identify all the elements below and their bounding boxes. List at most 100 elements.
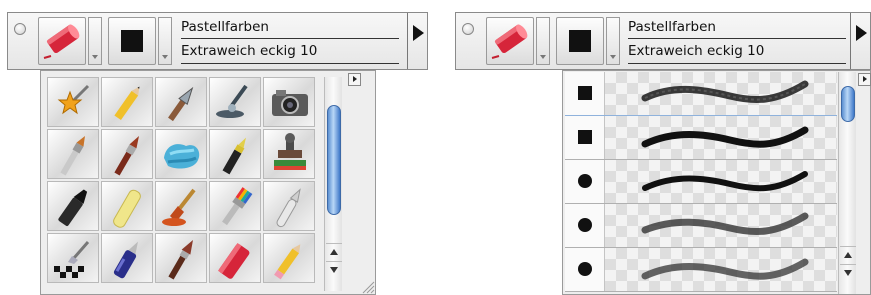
grid-cell[interactable] [155, 181, 207, 231]
variant-row[interactable] [565, 160, 837, 204]
category-grid [47, 77, 317, 291]
black-marker-icon [58, 189, 88, 227]
stroke-preview-icon [641, 80, 809, 104]
grid-cell[interactable] [101, 129, 153, 179]
left-category-dropdown[interactable] [88, 17, 102, 65]
square-tip-icon [121, 30, 143, 52]
tool-name-divider [181, 38, 399, 39]
right-brush-header: Pastellfarben Extraweich eckig 10 [455, 12, 871, 70]
scroll-up-button[interactable] [840, 246, 856, 262]
oil-brush-icon [60, 135, 85, 176]
grid-cell[interactable] [263, 233, 315, 283]
pattern-pen-icon [54, 241, 90, 278]
grid-cell[interactable] [263, 181, 315, 231]
scroll-down-button[interactable] [840, 264, 856, 280]
square-tip-icon [569, 30, 591, 52]
left-category-button[interactable] [38, 17, 86, 65]
variant-row-selected[interactable] [565, 72, 837, 116]
left-brush-header: Pastellfarben Extraweich eckig 10 [7, 12, 428, 70]
grid-cell[interactable] [47, 233, 99, 283]
left-variant-button[interactable] [108, 17, 156, 65]
variant-scrollbar[interactable] [838, 72, 856, 294]
grid-cell[interactable] [209, 233, 261, 283]
grid-cell[interactable] [155, 129, 207, 179]
tool-name[interactable]: Pastellfarben [181, 19, 269, 35]
right-menu-arrow-icon[interactable] [856, 25, 867, 41]
variant-row[interactable] [565, 204, 837, 248]
grid-cell[interactable] [209, 77, 261, 127]
variant-name[interactable]: Extraweich eckig 10 [628, 43, 764, 59]
popup-options-button[interactable] [858, 73, 871, 86]
stroke-preview-icon [641, 258, 809, 280]
right-variant-button[interactable] [556, 17, 604, 65]
variant-list [565, 72, 837, 294]
grid-cell[interactable] [155, 77, 207, 127]
scroll-down-icon [844, 270, 852, 276]
airbrush-icon [276, 188, 301, 228]
scroll-up-icon [844, 252, 852, 258]
right-category-dropdown[interactable] [536, 17, 550, 65]
right-variant-dropdown[interactable] [606, 17, 620, 65]
right-labels: Pastellfarben Extraweich eckig 10 [628, 13, 848, 69]
grid-cell[interactable] [47, 181, 99, 231]
right-header-separator [850, 13, 851, 69]
scroll-down-icon [330, 267, 338, 273]
watercolor-brush-icon [168, 239, 193, 280]
grid-cell[interactable] [263, 129, 315, 179]
chalk-icon [113, 189, 141, 228]
variant-row[interactable] [565, 248, 837, 292]
blue-paint-blob-icon [164, 144, 200, 169]
grid-cell[interactable] [209, 129, 261, 179]
scroll-up-button[interactable] [326, 243, 342, 259]
grid-cell[interactable] [155, 233, 207, 283]
grid-scrollbar[interactable] [324, 77, 342, 291]
paint-tube-brush-icon [162, 188, 196, 226]
felt-pen-icon [222, 137, 246, 175]
tool-name-divider [628, 38, 846, 39]
left-brush-selector: Pastellfarben Extraweich eckig 10 [0, 0, 430, 295]
pastel-chalk-icon [217, 242, 250, 279]
right-brush-selector: Pastellfarben Extraweich eckig 10 [455, 0, 871, 295]
left-header-separator [407, 13, 408, 69]
stroke-preview-icon [642, 171, 808, 192]
stamp-icon [274, 133, 306, 170]
variant-name-divider [628, 63, 846, 64]
pencil-icon [114, 86, 140, 121]
calligraphy-pen-icon [216, 84, 248, 118]
right-category-button[interactable] [486, 17, 534, 65]
grid-cell[interactable] [101, 77, 153, 127]
pastel-chalk-icon [43, 24, 80, 59]
grid-cell[interactable] [101, 181, 153, 231]
scroll-down-button[interactable] [326, 261, 342, 277]
pastel-chalk-icon [491, 24, 528, 59]
grid-cell[interactable] [47, 77, 99, 127]
acrylic-brush-icon [114, 135, 139, 176]
grid-cell[interactable] [209, 181, 261, 231]
grid-cell[interactable] [263, 77, 315, 127]
grid-cell[interactable] [47, 129, 99, 179]
popup-options-button[interactable] [348, 73, 361, 86]
scroll-thumb[interactable] [327, 105, 341, 215]
right-radio-button[interactable] [462, 23, 474, 35]
rainbow-brush-icon [222, 187, 253, 226]
variant-row[interactable] [565, 116, 837, 160]
grid-cell[interactable] [101, 233, 153, 283]
left-variant-dropdown[interactable] [158, 17, 172, 65]
left-menu-arrow-icon[interactable] [413, 25, 424, 41]
resize-grip-icon[interactable] [361, 280, 375, 294]
stroke-preview-icon [641, 212, 809, 236]
eraser-pencil-icon [274, 244, 301, 280]
blue-ink-pen-icon [113, 241, 138, 279]
left-category-popup [40, 70, 376, 295]
variant-name-divider [181, 63, 399, 64]
stroke-preview-icon [641, 126, 809, 148]
scroll-up-icon [330, 249, 338, 255]
scroll-thumb[interactable] [841, 86, 855, 122]
star-wand-icon [57, 84, 90, 115]
right-variant-popup [562, 70, 871, 295]
variant-name[interactable]: Extraweich eckig 10 [181, 43, 317, 59]
tool-name[interactable]: Pastellfarben [628, 19, 716, 35]
left-radio-button[interactable] [14, 23, 26, 35]
left-labels: Pastellfarben Extraweich eckig 10 [181, 13, 401, 69]
ink-pen-icon [168, 86, 194, 122]
